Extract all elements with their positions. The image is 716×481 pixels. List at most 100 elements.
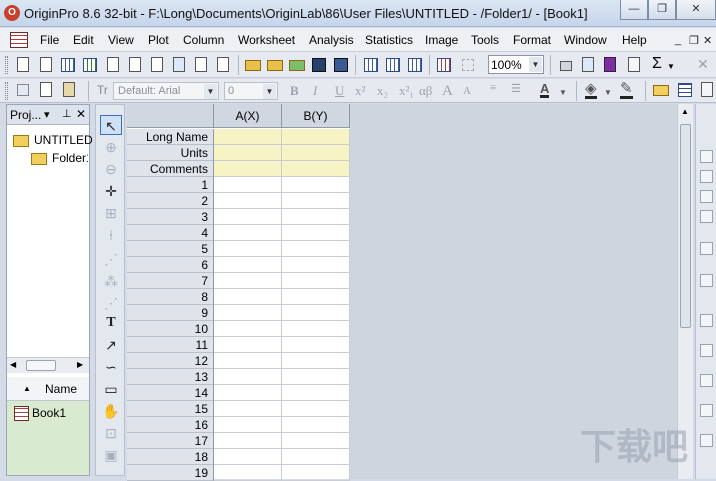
row-header[interactable]: 18 — [127, 449, 214, 465]
supersubscript-button[interactable]: x²₁ — [399, 83, 414, 99]
tree-item-folder1[interactable]: Folder1 — [52, 151, 88, 165]
decrease-font-button[interactable]: A — [463, 85, 471, 97]
align-horizontal-icon[interactable] — [700, 274, 713, 287]
scroll-right-icon[interactable]: ▶ — [77, 360, 83, 369]
menu-tools[interactable]: Tools — [471, 33, 499, 47]
import-single-icon[interactable] — [362, 56, 380, 74]
data-cell[interactable] — [282, 177, 350, 193]
mask-tool-icon[interactable]: ⁂ — [100, 271, 122, 291]
row-header[interactable]: 10 — [127, 321, 214, 337]
minimize-button[interactable]: — — [620, 0, 648, 20]
data-cell[interactable] — [282, 225, 350, 241]
data-cell[interactable] — [282, 401, 350, 417]
meta-cell[interactable] — [214, 161, 282, 177]
meta-cell[interactable] — [282, 129, 350, 145]
font-combo[interactable]: Default: Arial ▼ — [113, 82, 219, 100]
row-header[interactable]: 7 — [127, 273, 214, 289]
menu-analysis[interactable]: Analysis — [309, 33, 354, 47]
superscript-button[interactable]: x² — [355, 83, 365, 99]
subscript-button[interactable]: x₂ — [377, 83, 388, 99]
new-workbook-icon[interactable] — [59, 56, 77, 74]
data-cell[interactable] — [214, 385, 282, 401]
data-cell[interactable] — [282, 369, 350, 385]
data-cell[interactable] — [282, 321, 350, 337]
list-item-book1[interactable]: Book1 — [32, 406, 66, 420]
scroll-thumb[interactable] — [680, 124, 691, 328]
chevron-down-icon[interactable]: ▼ — [204, 84, 217, 99]
data-cell[interactable] — [282, 193, 350, 209]
new-image-icon[interactable] — [170, 56, 188, 74]
data-cell[interactable] — [214, 369, 282, 385]
open-icon[interactable] — [244, 56, 262, 74]
workbook-system-menu-icon[interactable] — [10, 32, 28, 48]
new-project-icon[interactable] — [14, 56, 32, 74]
menu-column[interactable]: Column — [183, 33, 224, 47]
hatch-icon[interactable] — [14, 81, 32, 99]
copy-icon[interactable] — [37, 81, 55, 99]
data-cell[interactable] — [282, 337, 350, 353]
data-cell[interactable] — [214, 433, 282, 449]
data-cell[interactable] — [282, 353, 350, 369]
text-tool-icon[interactable]: T — [100, 313, 122, 333]
line-style-icon[interactable]: ≡ — [490, 82, 496, 94]
data-cell[interactable] — [214, 241, 282, 257]
row-header[interactable]: 14 — [127, 385, 214, 401]
open-template-icon[interactable] — [266, 56, 284, 74]
data-selector-tool-icon[interactable]: ⋰ — [100, 249, 122, 269]
menu-worksheet[interactable]: Worksheet — [238, 33, 295, 47]
origin-app-icon[interactable]: O — [4, 5, 20, 21]
pin-icon[interactable]: ⊥ — [62, 107, 72, 120]
row-header[interactable]: 13 — [127, 369, 214, 385]
data-cell[interactable] — [282, 305, 350, 321]
data-cell[interactable] — [214, 305, 282, 321]
new-matrix-icon[interactable] — [126, 56, 144, 74]
row-header[interactable]: 17 — [127, 433, 214, 449]
data-cell[interactable] — [282, 273, 350, 289]
meta-cell[interactable] — [214, 145, 282, 161]
align-top-icon[interactable] — [700, 190, 713, 203]
row-header[interactable]: 9 — [127, 305, 214, 321]
meta-label-units[interactable]: Units — [127, 145, 214, 161]
chevron-down-icon[interactable]: ▼ — [667, 62, 675, 71]
text-tool-icon[interactable]: Tr — [97, 83, 108, 97]
row-header[interactable]: 3 — [127, 209, 214, 225]
toolbar-grip[interactable] — [5, 82, 8, 100]
row-header[interactable]: 4 — [127, 225, 214, 241]
back-icon[interactable] — [700, 404, 713, 417]
mdi-restore-button[interactable]: ❐ — [689, 34, 699, 47]
menu-view[interactable]: View — [108, 33, 134, 47]
annotation-tool-icon[interactable]: ⊡ — [100, 423, 122, 443]
close-icon[interactable]: ✕ — [697, 56, 709, 73]
import-wizard-icon[interactable] — [406, 56, 424, 74]
save-window-icon[interactable] — [332, 56, 350, 74]
line-color-icon[interactable]: ✎ — [620, 81, 633, 99]
sigma-icon[interactable]: Σ — [652, 55, 662, 73]
open-excel-icon[interactable] — [288, 56, 306, 74]
menu-file[interactable]: File — [40, 33, 59, 47]
new-notes-icon[interactable] — [192, 56, 210, 74]
data-cell[interactable] — [214, 321, 282, 337]
data-cell[interactable] — [282, 417, 350, 433]
print-icon[interactable] — [557, 56, 575, 74]
zoom-out-tool-icon[interactable]: ⊖ — [100, 159, 122, 179]
chevron-down-icon[interactable]: ▼ — [559, 88, 567, 97]
data-cell[interactable] — [214, 449, 282, 465]
row-header[interactable]: 5 — [127, 241, 214, 257]
row-header[interactable]: 2 — [127, 193, 214, 209]
data-cell[interactable] — [282, 449, 350, 465]
meta-cell[interactable] — [282, 145, 350, 161]
rectangle-tool-icon[interactable]: ▭ — [100, 379, 122, 399]
recalculate-icon[interactable] — [459, 56, 477, 74]
new-folder-icon[interactable] — [37, 56, 55, 74]
maximize-button[interactable]: ❐ — [648, 0, 676, 20]
row-header[interactable]: 6 — [127, 257, 214, 273]
line-width-icon[interactable]: ☰ — [511, 82, 521, 95]
underline-button[interactable]: U — [335, 83, 344, 99]
font-color-button[interactable]: A — [540, 82, 550, 98]
meta-label-comments[interactable]: Comments — [127, 161, 214, 177]
data-cell[interactable] — [214, 401, 282, 417]
data-cell[interactable] — [282, 241, 350, 257]
data-cell[interactable] — [282, 433, 350, 449]
data-cell[interactable] — [282, 289, 350, 305]
fill-color-icon[interactable]: ◈ — [585, 81, 597, 99]
